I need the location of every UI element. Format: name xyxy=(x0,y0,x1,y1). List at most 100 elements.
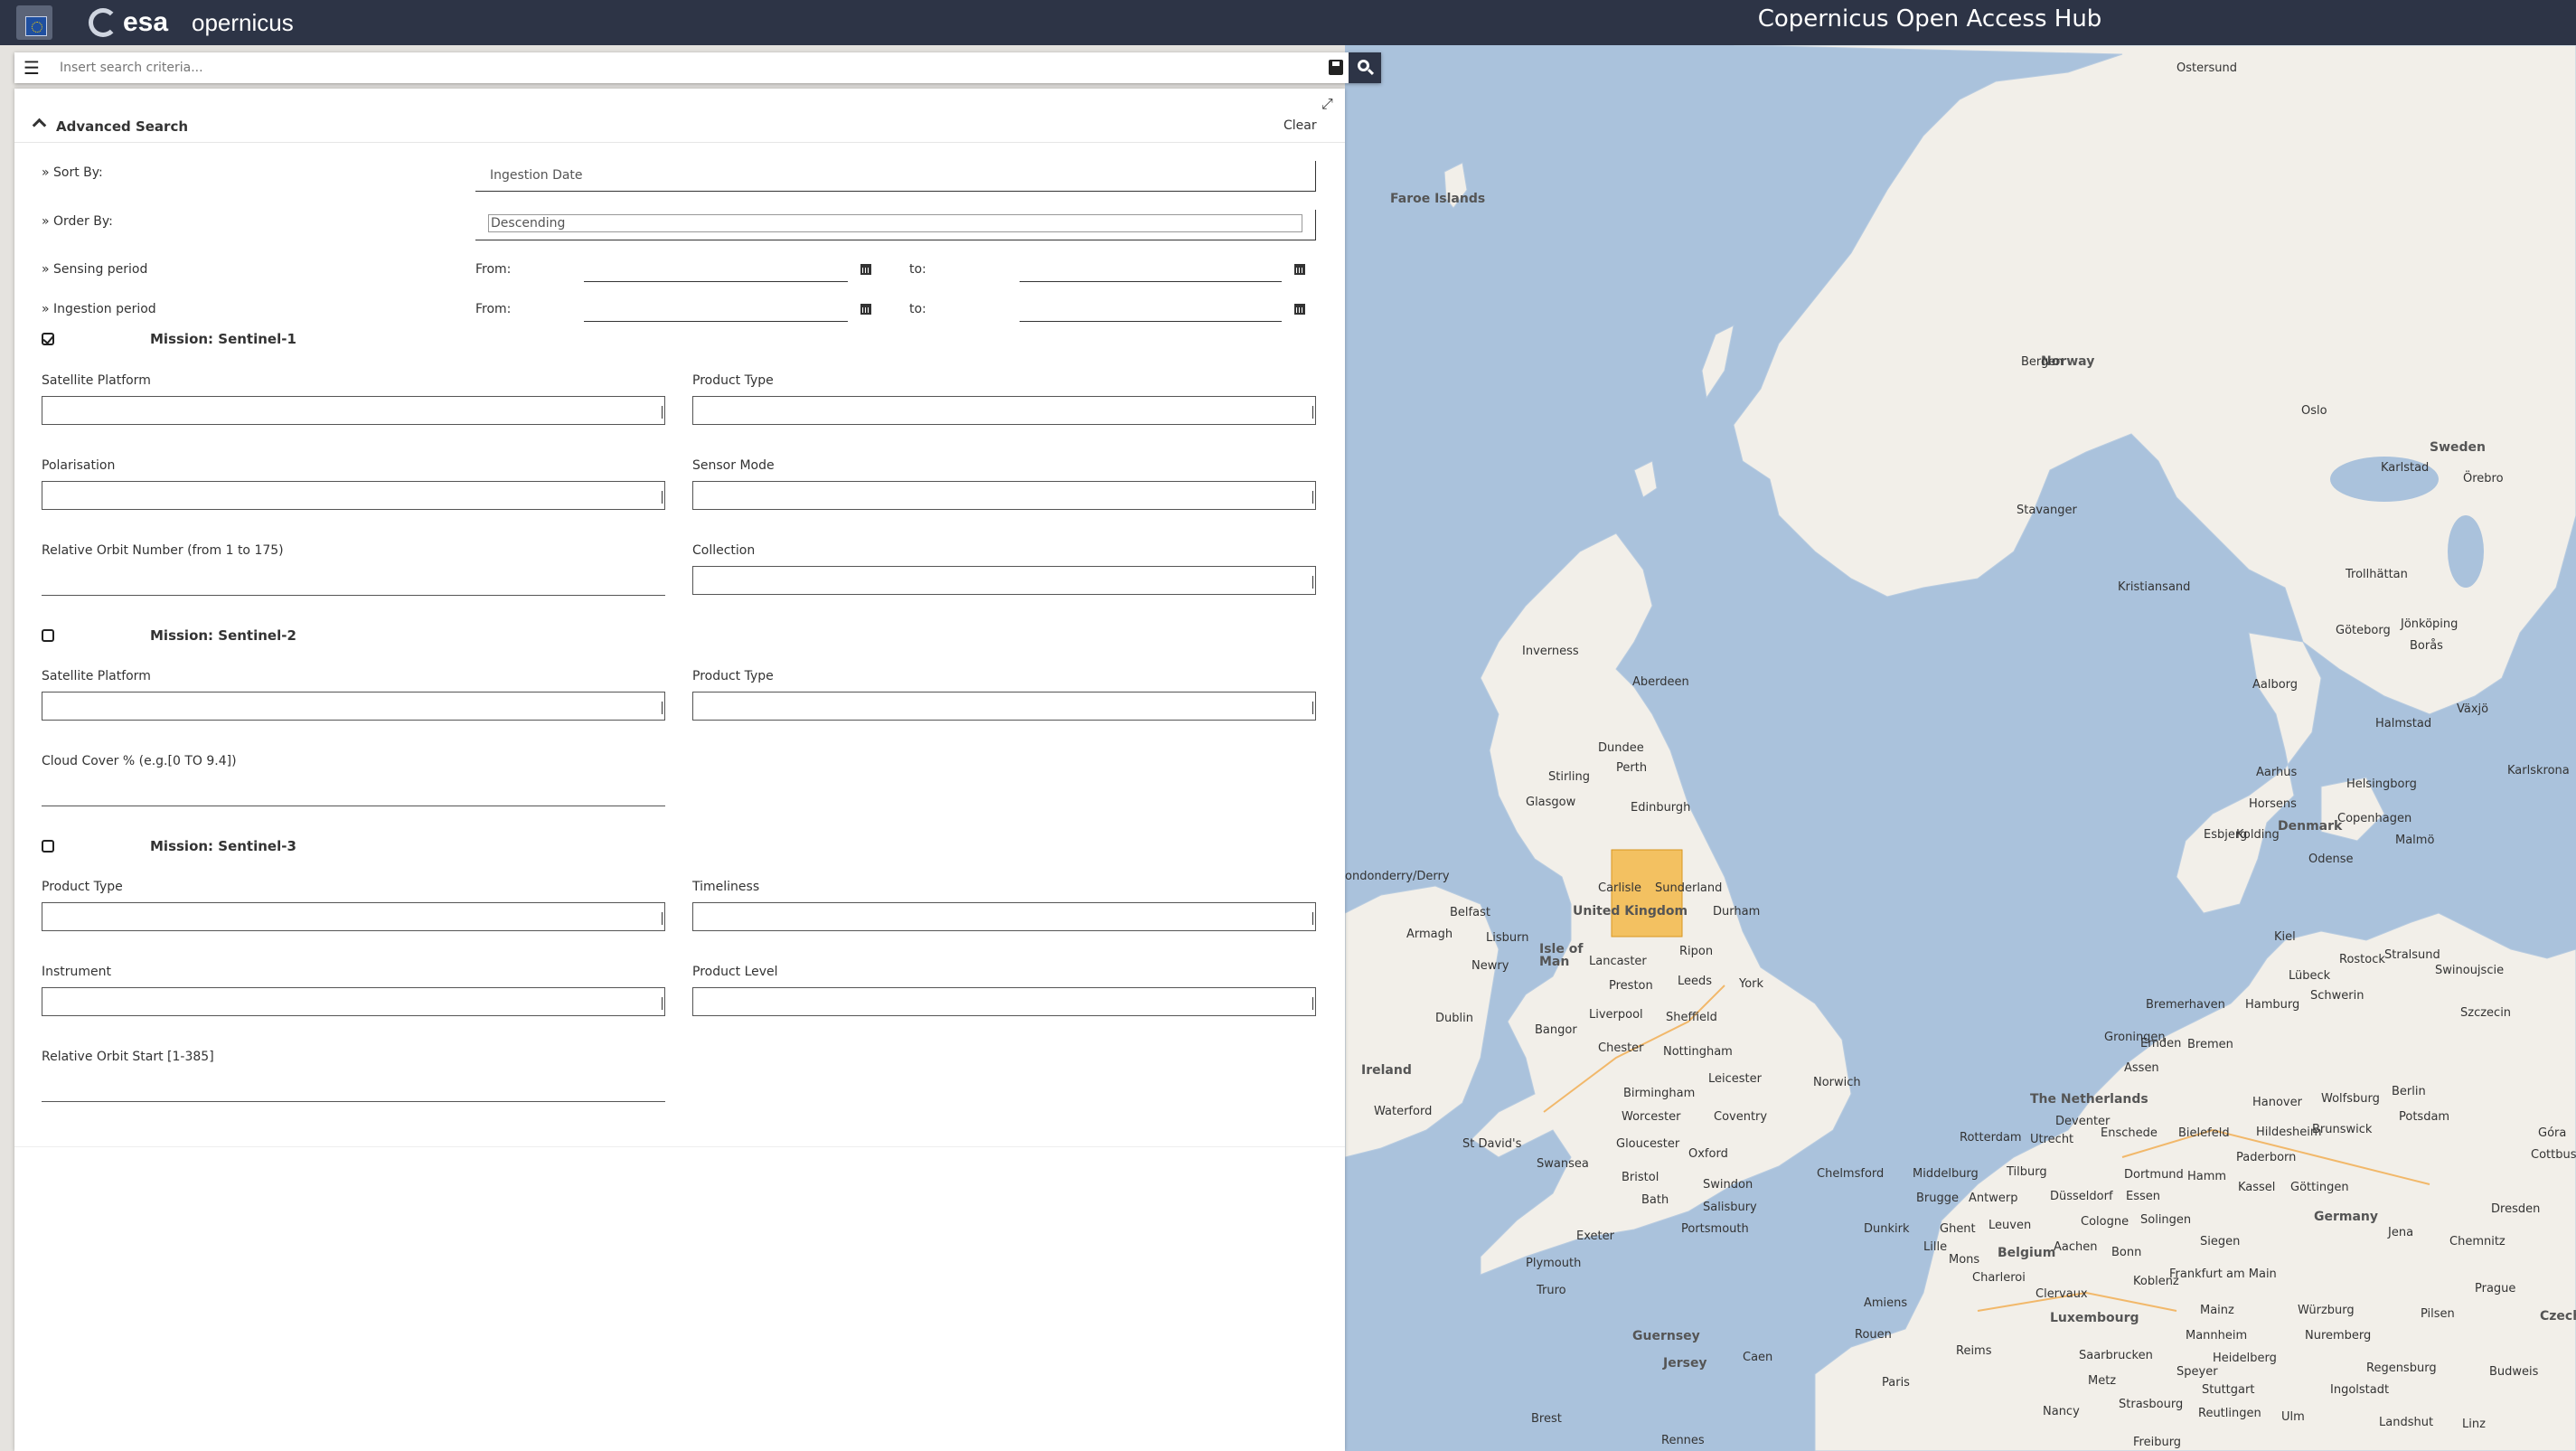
sort-by-label: » Sort By: xyxy=(42,165,103,180)
map-label: Caen xyxy=(1743,1351,1773,1364)
sentinel1-checkbox[interactable] xyxy=(42,333,54,345)
sentinel2-checkbox[interactable] xyxy=(42,629,54,642)
map-label: Kolding xyxy=(2236,828,2280,842)
map-label: Ulm xyxy=(2281,1410,2305,1424)
top-header-bar: esa opernicus Copernicus Open Access Hub xyxy=(0,0,2576,45)
s3-timeliness-select[interactable] xyxy=(692,902,1316,931)
s1-polarisation-select[interactable] xyxy=(42,481,665,510)
map-label: Potsdam xyxy=(2399,1110,2450,1124)
map-label: Jönköping xyxy=(2401,617,2458,631)
search-input[interactable] xyxy=(45,55,1311,80)
map-label: Heidelberg xyxy=(2213,1352,2277,1365)
divider xyxy=(14,1146,1345,1147)
order-by-select[interactable]: Descending xyxy=(475,210,1316,240)
map-label: Oslo xyxy=(2301,404,2327,418)
s1-product-type-select[interactable] xyxy=(692,396,1316,425)
map-label: Gloucester xyxy=(1616,1137,1680,1151)
sensing-from-label: From: xyxy=(475,262,512,277)
map-label: Speyer xyxy=(2176,1365,2218,1379)
s1-satellite-platform-select[interactable] xyxy=(42,396,665,425)
s2-product-type-select[interactable] xyxy=(692,692,1316,721)
chevron-up-icon[interactable] xyxy=(33,118,45,127)
map-label: Nuremberg xyxy=(2305,1329,2372,1343)
s3-instrument-select[interactable] xyxy=(42,987,665,1016)
map-label: Cottbus xyxy=(2531,1148,2576,1162)
map-label: Metz xyxy=(2088,1374,2117,1388)
map-label: Dortmund xyxy=(2124,1168,2184,1182)
map-label: Pilsen xyxy=(2421,1307,2455,1321)
map-label: Swinoujscie xyxy=(2435,964,2505,977)
calendar-icon[interactable] xyxy=(860,304,871,315)
copernicus-logo: opernicus xyxy=(192,9,294,36)
map-label: Budweis xyxy=(2489,1365,2539,1379)
s1-sensor-mode-select[interactable] xyxy=(692,481,1316,510)
search-button[interactable] xyxy=(1349,52,1381,83)
map-label: Örebro xyxy=(2463,472,2504,485)
sensing-from-input[interactable] xyxy=(584,281,848,282)
map-label: Portsmouth xyxy=(1681,1222,1749,1236)
save-search-button[interactable] xyxy=(1327,59,1347,77)
ingestion-from-input[interactable] xyxy=(584,321,848,322)
map-label: Durham xyxy=(1713,905,1761,919)
s3-relative-orbit-start-input[interactable] xyxy=(42,1101,665,1102)
map-label: Bonn xyxy=(2111,1246,2142,1259)
map-label: Glasgow xyxy=(1526,796,1576,809)
ingestion-to-input[interactable] xyxy=(1020,321,1282,322)
map-label: Antwerp xyxy=(1969,1192,2018,1205)
map-label: Ireland xyxy=(1361,1063,1412,1078)
map-label: Inverness xyxy=(1522,645,1579,658)
map-view[interactable]: Ostersund Faroe Islands Norway Sweden Be… xyxy=(1345,45,2576,1451)
sentinel3-title: Mission: Sentinel-3 xyxy=(150,838,296,854)
sensing-to-input[interactable] xyxy=(1020,281,1282,282)
map-label: Bielefeld xyxy=(2178,1126,2230,1140)
advanced-search-title[interactable]: Advanced Search xyxy=(56,118,188,135)
map-label: Truro xyxy=(1537,1284,1566,1297)
map-label: Aarhus xyxy=(2256,766,2298,779)
map-label: Isle of Man xyxy=(1539,942,1584,969)
map-label: Copenhagen xyxy=(2337,812,2412,825)
map-label: ondonderry/Derry xyxy=(1345,870,1450,883)
s3-product-level-select[interactable] xyxy=(692,987,1316,1016)
sentinel3-checkbox[interactable] xyxy=(42,840,54,853)
map-label: Faroe Islands xyxy=(1390,192,1486,206)
map-label: The Netherlands xyxy=(2030,1092,2148,1107)
calendar-icon[interactable] xyxy=(1294,304,1305,315)
map-label: Linz xyxy=(2462,1418,2486,1431)
ingestion-from-label: From: xyxy=(475,302,512,316)
map-label: Stuttgart xyxy=(2202,1383,2255,1397)
s1-polarisation-label: Polarisation xyxy=(42,458,116,473)
map-label: Leicester xyxy=(1708,1072,1762,1086)
map-label: Cologne xyxy=(2081,1215,2129,1229)
panel-header: Advanced Search Clear xyxy=(14,89,1345,143)
s1-relative-orbit-input[interactable] xyxy=(42,595,665,596)
map-label: Rostock xyxy=(2339,953,2385,966)
expand-icon[interactable] xyxy=(1321,95,1336,113)
calendar-icon[interactable] xyxy=(860,264,871,275)
map-label: Göteborg xyxy=(2336,624,2391,637)
map-label: Nottingham xyxy=(1663,1045,1733,1059)
map-label: Hanover xyxy=(2252,1096,2302,1109)
hamburger-menu-icon[interactable]: ☰ xyxy=(22,58,42,78)
map-label: Odense xyxy=(2308,853,2354,866)
sort-by-select[interactable]: Ingestion Date xyxy=(475,161,1316,192)
map-label: Lübeck xyxy=(2289,969,2331,983)
map-label: Exeter xyxy=(1576,1230,1614,1243)
map-label: Tilburg xyxy=(2007,1165,2047,1179)
map-label: Landshut xyxy=(2379,1416,2434,1429)
clear-button[interactable]: Clear xyxy=(1283,118,1317,133)
map-label: Dundee xyxy=(1598,741,1644,755)
map-label: Schwerin xyxy=(2310,989,2364,1003)
s2-product-type-label: Product Type xyxy=(692,669,774,683)
map-label: Swindon xyxy=(1703,1178,1753,1192)
map-label: Malmö xyxy=(2395,834,2435,847)
map-label: Swansea xyxy=(1537,1157,1589,1171)
map-label: Luxembourg xyxy=(2050,1311,2139,1325)
s2-satellite-platform-select[interactable] xyxy=(42,692,665,721)
map-label: Czech xyxy=(2540,1309,2576,1324)
s3-product-type-select[interactable] xyxy=(42,902,665,931)
s3-product-type-label: Product Type xyxy=(42,880,123,894)
calendar-icon[interactable] xyxy=(1294,264,1305,275)
map-label: Ostersund xyxy=(2176,61,2237,75)
s1-collection-select[interactable] xyxy=(692,566,1316,595)
map-label: Waterford xyxy=(1374,1105,1433,1118)
